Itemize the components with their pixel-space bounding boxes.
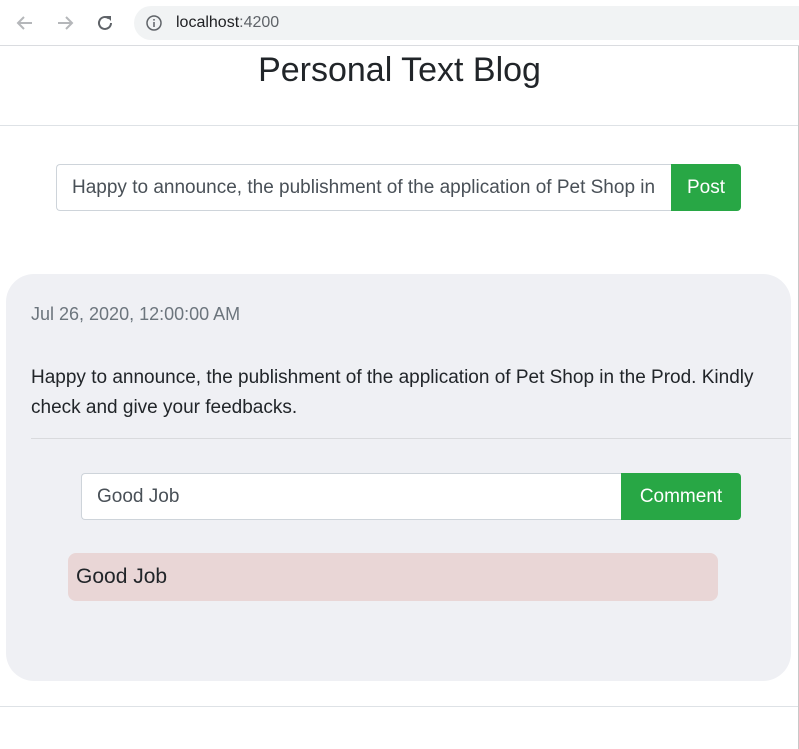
address-bar[interactable]: localhost:4200 — [134, 6, 799, 40]
browser-toolbar: localhost:4200 — [0, 0, 799, 46]
info-icon[interactable] — [146, 15, 162, 31]
url-text: localhost:4200 — [176, 14, 279, 32]
url-port: :4200 — [239, 14, 280, 31]
comment-item: Good Job — [68, 553, 718, 601]
forward-arrow-icon[interactable] — [53, 11, 77, 35]
comment-input[interactable] — [81, 473, 621, 520]
post-button[interactable]: Post — [671, 164, 741, 211]
post-body: Happy to announce, the publishment of th… — [31, 367, 754, 418]
divider — [31, 438, 791, 439]
back-arrow-icon[interactable] — [13, 11, 37, 35]
url-host: localhost — [176, 14, 240, 31]
post-card: Jul 26, 2020, 12:00:00 AM Happy to annou… — [6, 274, 791, 681]
post-composer: Post — [56, 164, 741, 211]
comment-composer: Comment — [81, 473, 741, 520]
post-input[interactable] — [56, 164, 671, 211]
divider — [0, 706, 799, 707]
reload-icon[interactable] — [93, 11, 117, 35]
page-title: Personal Text Blog — [258, 51, 541, 89]
post-date: Jul 26, 2020, 12:00:00 AM — [31, 304, 241, 324]
comment-button[interactable]: Comment — [621, 473, 741, 520]
page-header: Personal Text Blog — [0, 46, 799, 126]
